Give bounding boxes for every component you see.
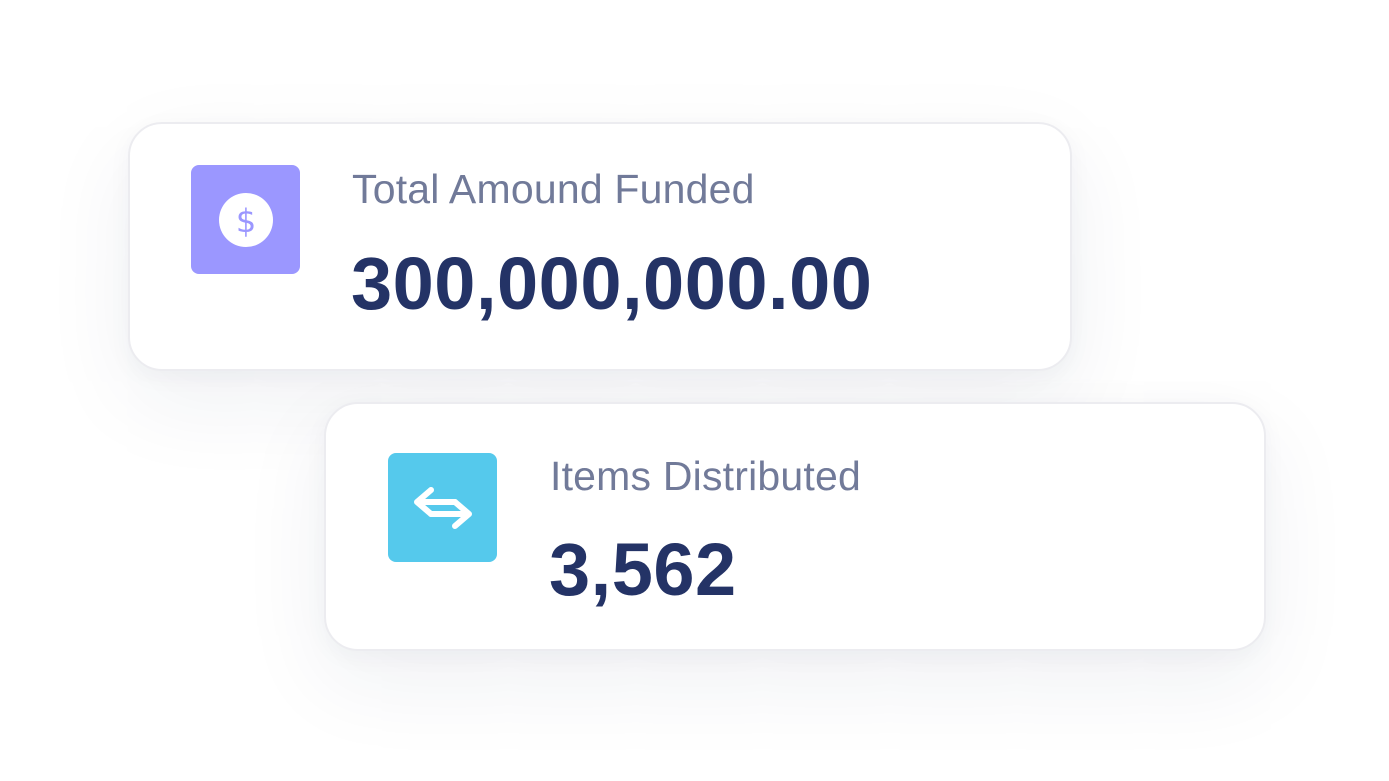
items-distributed-label: Items Distributed (550, 453, 862, 499)
total-funded-value: 300,000,000.00 (351, 242, 873, 325)
stats-panel: $ Total Amound Funded 300,000,000.00 Ite… (0, 0, 1389, 781)
transfer-arrows-icon (411, 480, 475, 536)
svg-text:$: $ (235, 202, 255, 240)
items-distributed-card: Items Distributed 3,562 (324, 402, 1266, 651)
total-funded-label: Total Amound Funded (352, 166, 755, 212)
funded-icon-tile: $ (191, 165, 300, 274)
items-icon-tile (388, 453, 497, 562)
dollar-coin-icon: $ (218, 192, 274, 248)
total-funded-card: $ Total Amound Funded 300,000,000.00 (128, 122, 1072, 371)
items-distributed-value: 3,562 (549, 528, 737, 611)
